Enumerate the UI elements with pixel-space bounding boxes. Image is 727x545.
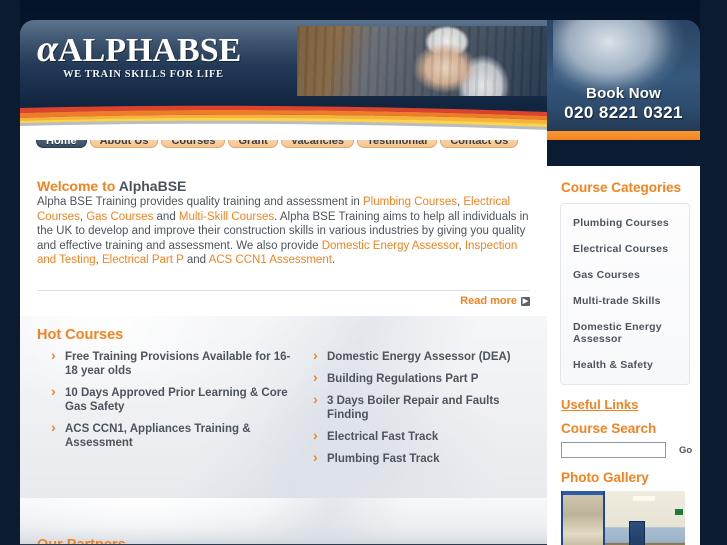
list-item[interactable]: Building Regulations Part P [313,370,544,386]
link-acs-ccn1-assessment[interactable]: ACS CCN1 Assessment [209,254,332,266]
book-now-panel[interactable]: Book Now 020 8221 0321 [547,20,700,140]
link-electrical-part-p[interactable]: Electrical Part P [102,254,184,266]
hot-courses-column-right: Domestic Energy Assessor (DEA) Building … [299,348,544,474]
list-item[interactable]: Electrical Fast Track [313,428,544,444]
book-now-orange-bar [547,131,700,140]
sidebar-item-electrical-courses[interactable]: Electrical Courses [561,236,689,262]
welcome-section: Welcome to AlphaBSE Alpha BSE Training p… [20,166,547,268]
corridor-door [629,521,645,545]
sidebar-item-multi-trade-skills[interactable]: Multi-trade Skills [561,288,689,314]
ceiling-light-icon [632,496,656,501]
search-input[interactable] [561,442,666,458]
book-now-phone: 020 8221 0321 [564,103,683,122]
header-swoosh-decoration [20,104,547,140]
page-background-left-rail [0,0,20,545]
read-more-arrow-icon: ▶ [521,296,530,306]
page-body: Welcome to AlphaBSE Alpha BSE Training p… [20,166,700,545]
site-logo[interactable]: αALPHABSE WE TRAIN SKILLS FOR LIFE [37,30,242,80]
course-categories-box: Plumbing Courses Electrical Courses Gas … [560,203,690,385]
sidebar-item-plumbing-courses[interactable]: Plumbing Courses [561,210,689,236]
list-item[interactable]: 10 Days Approved Prior Learning & Core G… [51,384,299,414]
main-content: Welcome to AlphaBSE Alpha BSE Training p… [20,166,547,544]
sidebar-item-gas-courses[interactable]: Gas Courses [561,262,689,288]
header-banner: αALPHABSE WE TRAIN SKILLS FOR LIFE [20,20,547,140]
construction-worker-photo [297,26,547,96]
welcome-heading-brand: AlphaBSE [118,178,187,194]
welcome-paragraph: Alpha BSE Training provides quality trai… [37,196,529,266]
logo-text: ALPHABSE [58,32,242,69]
logo-tagline: WE TRAIN SKILLS FOR LIFE [63,69,224,80]
welcome-heading-prefix: Welcome to [37,178,119,194]
hot-courses-list-right: Domestic Energy Assessor (DEA) Building … [299,348,544,466]
main-navigation-bar: Home About Us Courses Grant Vacancies Te… [20,132,547,166]
partners-section-clipped: Our Partners [20,497,547,544]
hot-courses-list-left: Free Training Provisions Available for 1… [37,348,299,450]
corridor-photo-detail [605,491,685,545]
course-categories-heading: Course Categories [561,180,682,195]
sidebar-item-domestic-energy-assessor[interactable]: Domestic Energy Assessor [561,314,689,352]
site-header: αALPHABSE WE TRAIN SKILLS FOR LIFE Book … [20,20,700,140]
photo-gallery-thumbnail[interactable] [561,491,685,545]
page-background-right-rail [700,0,727,545]
read-more-label: Read more [460,294,517,307]
link-domestic-energy-assessor[interactable]: Domestic Energy Assessor [322,240,459,252]
list-item[interactable]: ACS CCN1, Appliances Training & Assessme… [51,420,299,450]
sidebar-item-health-and-safety[interactable]: Health & Safety [561,352,689,378]
hot-courses-column-left: Free Training Provisions Available for 1… [37,348,299,474]
list-item[interactable]: Domestic Energy Assessor (DEA) [313,348,544,364]
course-search-row: Go [547,442,700,458]
course-search-heading: Course Search [561,421,657,436]
link-multi-skill-courses[interactable]: Multi-Skill Courses [179,211,274,223]
book-now-text: Book Now 020 8221 0321 [547,85,700,123]
right-sidebar: Course Categories Plumbing Courses Elect… [547,166,700,545]
link-gas-courses[interactable]: Gas Courses [86,211,153,223]
partners-heading: Our Partners [37,537,126,544]
exit-sign-icon [675,509,683,515]
list-item[interactable]: 3 Days Boiler Repair and Faults Finding [313,392,544,422]
alpha-glyph-icon: α [37,28,59,70]
hot-courses-heading: Hot Courses [37,326,124,343]
list-item[interactable]: Plumbing Fast Track [313,450,544,466]
logo-wordmark: αALPHABSE [37,30,242,69]
sidebar-inner: Course Categories Plumbing Courses Elect… [547,166,700,545]
welcome-heading: Welcome to AlphaBSE [37,178,533,194]
search-go-button[interactable]: Go [673,444,698,457]
list-item[interactable]: Free Training Provisions Available for 1… [51,348,299,378]
read-more-link[interactable]: Read more ▶ [20,291,547,316]
book-now-label: Book Now [586,85,661,102]
hot-courses-section: Hot Courses Free Training Provisions Ava… [20,315,547,498]
link-plumbing-courses[interactable]: Plumbing Courses [363,196,457,208]
page-container: αALPHABSE WE TRAIN SKILLS FOR LIFE Book … [20,20,700,545]
useful-links-link[interactable]: Useful Links [547,385,700,412]
photo-gallery-heading: Photo Gallery [561,470,649,485]
